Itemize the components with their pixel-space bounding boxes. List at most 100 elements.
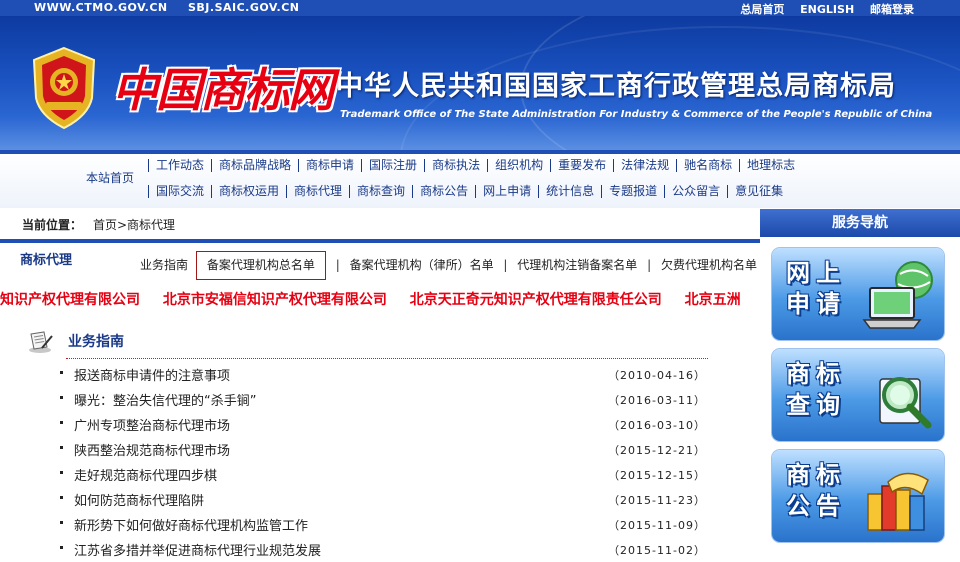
nav-item[interactable]: 地理标志 — [739, 159, 802, 172]
subnav-item-guide[interactable]: 业务指南 — [140, 256, 188, 273]
list-item[interactable]: 如何防范商标代理陷阱 （2015-11-23） — [60, 487, 710, 512]
subnav-item-arrears[interactable]: 欠费代理机构名单 — [661, 256, 757, 273]
list-item[interactable]: 广州专项整治商标代理市场 （2016-03-10） — [60, 412, 710, 437]
site-banner: 中国商标网 中华人民共和国国家工商行政管理总局商标局 Trademark Off… — [0, 16, 960, 150]
document-pen-icon — [29, 331, 53, 353]
breadcrumb: 当前位置： 首页>商标代理 — [0, 209, 760, 237]
section-title: 商标代理 — [20, 253, 73, 268]
magnifier-icon — [879, 377, 932, 429]
nav-home[interactable]: 本站首页 — [86, 169, 134, 186]
nav-item[interactable]: 重要发布 — [550, 159, 613, 172]
nav-item[interactable]: 商标权运用 — [211, 185, 286, 198]
breadcrumb-path[interactable]: 首页>商标代理 — [93, 216, 175, 233]
bullet-icon — [60, 446, 63, 449]
site-address-ctmo: WWW.CTMO.GOV.CN — [34, 1, 168, 14]
nav-item[interactable]: 意见征集 — [727, 185, 790, 198]
service-trademark-search-button[interactable]: 商标 查询 — [772, 349, 944, 441]
link-mail-login[interactable]: 邮箱登录 — [870, 3, 914, 16]
nav-item[interactable]: 公众留言 — [664, 185, 727, 198]
service-card-label: 商标 查询 — [786, 360, 846, 419]
link-english[interactable]: ENGLISH — [800, 3, 854, 16]
books-icon — [867, 472, 929, 531]
list-item-title[interactable]: 新形势下如何做好商标代理机构监管工作 — [74, 515, 308, 534]
bullet-icon — [60, 371, 63, 374]
nav-item[interactable]: 国际交流 — [148, 185, 211, 198]
marquee-item[interactable]: 知识产权代理有限公司 — [0, 292, 140, 307]
nav-item[interactable]: 商标执法 — [424, 159, 487, 172]
list-item-date: （2016-03-10） — [608, 419, 706, 432]
nav-item[interactable]: 网上申请 — [475, 185, 538, 198]
subnav-item-cancelled[interactable]: 代理机构注销备案名单 — [517, 256, 637, 273]
nav-item[interactable]: 统计信息 — [538, 185, 601, 198]
nav-item[interactable]: 工作动态 — [148, 159, 211, 172]
service-online-apply-button[interactable]: 网上 申请 — [772, 248, 944, 340]
nav-item[interactable]: 法律法规 — [613, 159, 676, 172]
list-item-date: （2010-04-16） — [608, 369, 706, 382]
list-item[interactable]: 江苏省多措并举促进商标代理行业规范发展 （2015-11-02） — [60, 537, 710, 562]
service-card-label: 网上 申请 — [786, 259, 846, 318]
bullet-icon — [60, 471, 63, 474]
list-item-title[interactable]: 曝光：整治失信代理的“杀手锏” — [74, 390, 256, 409]
top-links: 总局首页 ENGLISH 邮箱登录 — [728, 1, 914, 17]
nav-row-1: 工作动态 商标品牌战略 商标申请 国际注册 商标执法 组织机构 重要发布 法律法规 驰名商标 地理… — [148, 158, 802, 172]
agency-marquee: 知识产权代理有限公司 北京市安福信知识产权代理有限公司 北京天正奇元知识产权代理… — [0, 289, 760, 307]
service-nav-title: 服务导航 — [760, 209, 960, 237]
marquee-item[interactable]: 北京市安福信知识产权代理有限公司 — [163, 292, 387, 307]
nav-item[interactable]: 商标申请 — [298, 159, 361, 172]
bureau-name-english: Trademark Office of The State Administra… — [340, 109, 933, 120]
laptop-globe-icon — [862, 261, 933, 329]
subnav-separator: | — [503, 258, 508, 272]
list-item[interactable]: 报送商标申请件的注意事项 （2010-04-16） — [60, 362, 710, 387]
list-item-title[interactable]: 陕西整治规范商标代理市场 — [74, 440, 230, 459]
nav-item[interactable]: 商标查询 — [349, 185, 412, 198]
list-item-date: （2015-11-09） — [608, 519, 706, 532]
list-item[interactable]: 新形势下如何做好商标代理机构监管工作 （2015-11-09） — [60, 512, 710, 537]
section-subnav: 商标代理 业务指南 备案代理机构总名单 | 备案代理机构（律所）名单 | 代理机… — [0, 243, 760, 280]
list-item[interactable]: 走好规范商标代理四步棋 （2015-12-15） — [60, 462, 710, 487]
list-item-title[interactable]: 江苏省多措并举促进商标代理行业规范发展 — [74, 540, 321, 559]
list-item-date: （2015-11-02） — [608, 544, 706, 557]
bullet-icon — [60, 546, 63, 549]
service-nav: 服务导航 网上 申请 商标 查询 商标 公告 — [760, 209, 960, 546]
nav-item[interactable]: 商标公告 — [412, 185, 475, 198]
nav-item[interactable]: 国际注册 — [361, 159, 424, 172]
bullet-icon — [60, 521, 63, 524]
link-bureau-home[interactable]: 总局首页 — [740, 3, 784, 16]
bullet-icon — [60, 421, 63, 424]
guide-divider — [66, 358, 708, 359]
national-emblem-icon — [32, 46, 96, 130]
list-item-date: （2016-03-11） — [608, 394, 706, 407]
list-item-title[interactable]: 报送商标申请件的注意事项 — [74, 365, 230, 384]
site-address-sbj: SBJ.SAIC.GOV.CN — [187, 1, 300, 14]
service-card-label: 商标 公告 — [786, 461, 846, 520]
list-item-date: （2015-12-15） — [608, 469, 706, 482]
list-item-date: （2015-11-23） — [608, 494, 706, 507]
list-item-title[interactable]: 走好规范商标代理四步棋 — [74, 465, 217, 484]
subnav-separator: | — [647, 258, 652, 272]
nav-item[interactable]: 组织机构 — [487, 159, 550, 172]
list-item-date: （2015-12-21） — [608, 444, 706, 457]
list-item-title[interactable]: 如何防范商标代理陷阱 — [74, 490, 204, 509]
service-trademark-gazette-button[interactable]: 商标 公告 — [772, 450, 944, 542]
list-item[interactable]: 陕西整治规范商标代理市场 （2015-12-21） — [60, 437, 710, 462]
breadcrumb-label: 当前位置： — [22, 218, 83, 232]
subnav-separator: | — [335, 258, 340, 272]
list-item-title[interactable]: 广州专项整治商标代理市场 — [74, 415, 230, 434]
bullet-icon — [60, 396, 63, 399]
subnav-items: 业务指南 备案代理机构总名单 | 备案代理机构（律所）名单 | 代理机构注销备案… — [140, 251, 757, 280]
site-logo[interactable]: 中国商标网 — [112, 54, 334, 120]
site-addresses: WWW.CTMO.GOV.CN SBJ.SAIC.GOV.CN — [34, 1, 315, 14]
subnav-item-all-agencies[interactable]: 备案代理机构总名单 — [195, 251, 326, 280]
nav-item[interactable]: 商标代理 — [286, 185, 349, 198]
subnav-item-law-firms[interactable]: 备案代理机构（律所）名单 — [350, 256, 494, 273]
nav-row-2: 国际交流 商标权运用 商标代理 商标查询 商标公告 网上申请 统计信息 专题报道 公众留言 意见征… — [148, 184, 790, 198]
list-item[interactable]: 曝光：整治失信代理的“杀手锏” （2016-03-11） — [60, 387, 710, 412]
nav-item[interactable]: 驰名商标 — [676, 159, 739, 172]
main-nav: 本站首页 工作动态 商标品牌战略 商标申请 国际注册 商标执法 组织机构 重要发布 法律法规驰… — [0, 150, 960, 208]
top-strip: WWW.CTMO.GOV.CN SBJ.SAIC.GOV.CN 总局首页 ENG… — [0, 0, 960, 16]
marquee-item[interactable]: 北京五洲 — [685, 292, 741, 307]
nav-item[interactable]: 商标品牌战略 — [211, 159, 298, 172]
marquee-item[interactable]: 北京天正奇元知识产权代理有限责任公司 — [410, 292, 662, 307]
nav-item[interactable]: 专题报道 — [601, 185, 664, 198]
guide-list: 报送商标申请件的注意事项 （2010-04-16） 曝光：整治失信代理的“杀手锏”… — [60, 362, 710, 562]
